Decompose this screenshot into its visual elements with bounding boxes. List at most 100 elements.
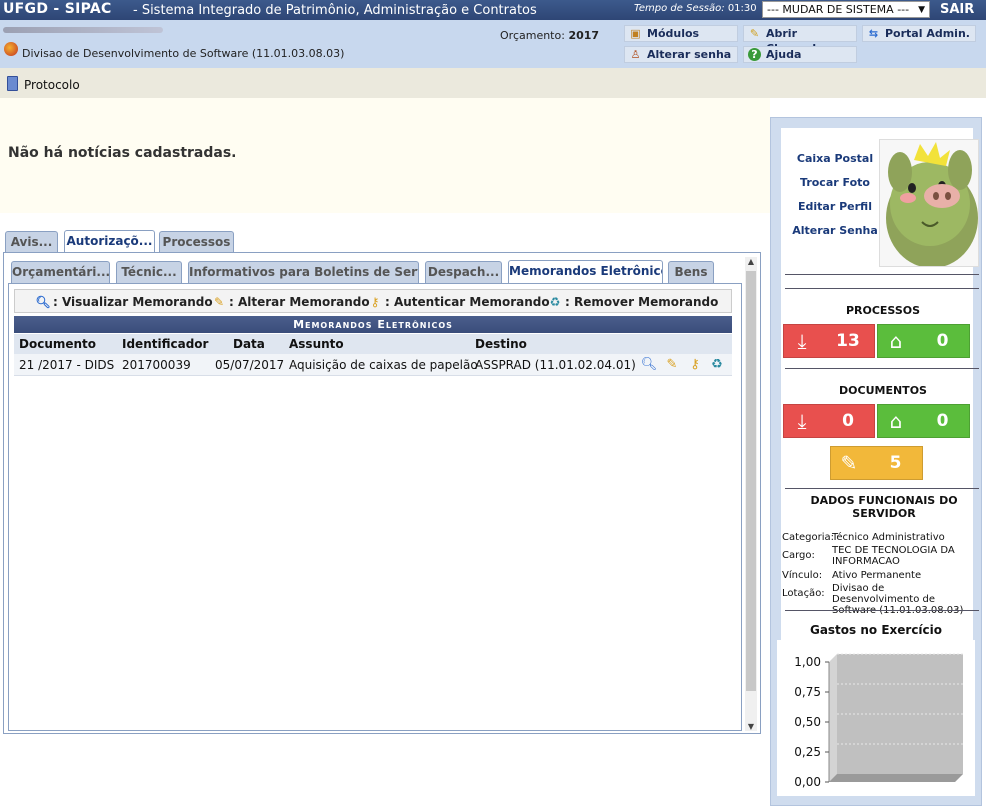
news-panel: Não há notícias cadastradas. [0,98,770,213]
scrollbar-thumb[interactable] [746,271,756,691]
col-data: Data [233,337,265,351]
actions-legend: 🔍︎: Visualizar Memorando ✎: Alterar Memo… [14,289,732,313]
edit-memo-icon: ✎ [213,295,225,309]
help-button[interactable]: ? Ajuda [743,46,857,63]
modules-icon: ▣ [630,27,641,40]
tab-autorizacoes[interactable]: Autorizaçõ... [64,230,155,253]
table-header: Documento Identificador Data Assunto Des… [14,334,732,354]
inbox-download-icon: ⤓ [797,329,807,353]
position-value: TEC DE TECNOLOGIA DA INFORMACAO [832,545,955,567]
subtab-bens[interactable]: Bens [668,261,714,283]
documents-received-button[interactable]: ⤓ 0 [783,404,875,438]
divider [785,288,979,289]
change-system-select[interactable]: --- MUDAR DE SISTEMA --- ▼ [762,1,930,18]
cell-documento: 21 /2017 - DIDS [19,358,115,372]
modules-button[interactable]: ▣ Módulos [624,25,738,42]
legend-view: 🔍︎: Visualizar Memorando [35,295,213,309]
user-name-redacted [3,27,163,33]
documents-in-unit-count: 0 [936,411,949,431]
unit-icon [4,42,18,56]
chevron-down-icon: ▼ [918,5,925,15]
open-ticket-button[interactable]: ✎Abrir Chamado [743,25,857,55]
subtab-tecnico[interactable]: Técnic... [116,261,182,283]
processes-in-unit-count: 0 [936,331,949,351]
user-key-icon: ♙ [630,48,641,61]
user-sidebar: Caixa Postal Trocar Foto Editar Perfil A… [770,117,982,806]
unit-name: Divisao de Desenvolvimento de Software (… [22,47,345,60]
avatar [879,139,979,267]
portal-admin-button[interactable]: ⇆ Portal Admin. [862,25,976,42]
processes-received-count: 13 [836,331,860,351]
position-label: Cargo: [782,550,815,561]
mailbox-link[interactable]: Caixa Postal [785,152,885,165]
edit-memo-button[interactable]: ✎ [663,356,681,373]
scroll-up-icon[interactable]: ▲ [746,257,756,266]
info-bar: Divisao de Desenvolvimento de Software (… [0,20,986,68]
change-password-button[interactable]: ♙ Alterar senha [624,46,738,63]
change-password-link[interactable]: Alterar Senha [785,224,885,237]
allocation-value: Divisao de Desenvolvimento de Software (… [832,583,963,616]
divider [785,488,979,489]
documents-signed-button[interactable]: ✎ 5 [830,446,923,480]
tab-processos[interactable]: Processos [159,231,234,253]
tab-avisos[interactable]: Avis... [5,231,58,253]
change-photo-link[interactable]: Trocar Foto [785,176,885,189]
spending-chart-title: Gastos no Exercício [809,623,943,637]
cell-data: 05/07/2017 [215,358,285,372]
broom-icon: ✎ [749,27,760,40]
chart-tick-label: 0,50 [794,715,821,729]
inbox-download-icon: ⤓ [797,409,807,433]
document-edit-icon: ✎ [840,451,858,475]
trash-icon: ♻ [549,295,561,309]
category-value: Técnico Administrativo [832,532,945,543]
help-icon: ? [748,48,761,61]
subtab-orcamentario[interactable]: Orçamentári... [11,261,110,283]
documents-signed-count: 5 [889,453,902,473]
bond-label: Vínculo: [782,570,823,581]
table-title: Memorandos Eletrônicos [14,316,732,333]
legend-edit: ✎: Alterar Memorando [211,295,370,309]
documents-in-unit-button[interactable]: ⌂ 0 [877,404,970,438]
top-bar: UFGD - SIPAC - Sistema Integrado de Patr… [0,0,986,20]
cell-destino: ASSPRAD (11.01.02.04.01) [475,358,636,372]
home-icon: ⌂ [889,409,903,433]
spending-chart: 1,00 0,75 0,50 0,25 0,00 [777,640,975,796]
scroll-down-icon[interactable]: ▼ [746,722,756,731]
budget-year: Orçamento: 2017 [500,29,600,42]
news-message: Não há notícias cadastradas. [8,145,237,161]
subtab-memorandos[interactable]: Memorandos Eletrônicos [508,260,663,283]
module-link[interactable]: Protocolo [24,78,80,92]
documents-received-count: 0 [842,411,854,431]
system-acronym: UFGD - SIPAC [3,1,112,17]
processes-received-button[interactable]: ⤓ 13 [783,324,875,358]
portal-icon: ⇆ [868,27,879,40]
remove-memo-button[interactable]: ♻ [708,356,726,373]
edit-profile-link[interactable]: Editar Perfil [785,200,885,213]
key-icon: ⚷ [370,295,380,309]
chart-back-wall [837,654,963,774]
processes-title: PROCESSOS [845,304,921,317]
home-icon: ⌂ [889,329,903,353]
category-label: Categoria: [782,532,835,543]
cell-assunto: Aquisição de caixas de papelão [289,358,478,372]
module-bar: Protocolo [0,68,986,98]
bond-value: Ativo Permanente [832,570,922,581]
magnifier-icon: 🔍︎ [35,295,51,309]
subtab-despachos[interactable]: Despach... [425,261,502,283]
subtab-informativos[interactable]: Informativos para Boletins de Serviç... [188,261,419,283]
chart-tick-label: 0,00 [794,775,821,789]
processes-in-unit-button[interactable]: ⌂ 0 [877,324,970,358]
legend-authenticate: ⚷: Autenticar Memorando [367,295,550,309]
staff-data-title: DADOS FUNCIONAIS DO SERVIDOR [810,494,958,520]
divider [785,610,979,611]
chart-tick-label: 1,00 [794,655,821,669]
divider [785,274,979,275]
logout-link[interactable]: SAIR [940,2,974,17]
document-icon [7,76,18,91]
scrollbar[interactable]: ▲ ▼ [745,257,757,731]
authenticate-memo-button[interactable]: ⚷ [686,356,704,373]
legend-remove: ♻: Remover Memorando [547,295,719,309]
system-name: - Sistema Integrado de Patrimônio, Admin… [133,3,537,18]
session-timer: Tempo de Sessão: 01:30 [634,3,757,14]
view-memo-button[interactable]: 🔍︎ [640,356,658,373]
